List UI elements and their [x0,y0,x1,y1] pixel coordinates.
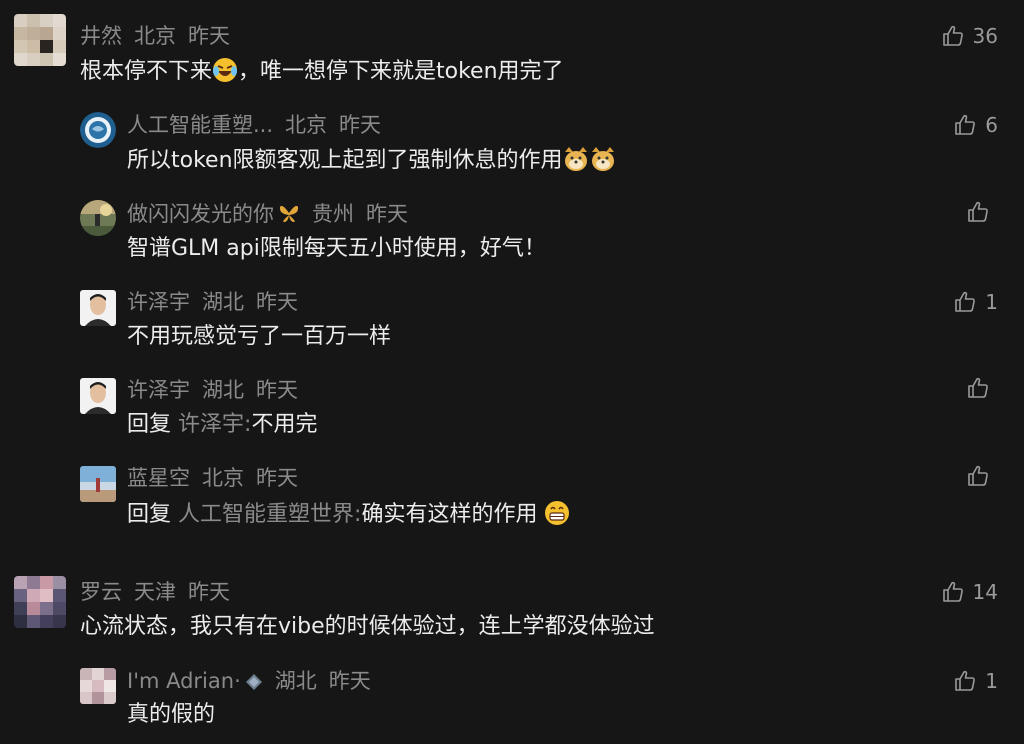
like-button[interactable]: 1 [953,667,998,695]
timestamp: 昨天 [339,113,382,137]
like-button[interactable]: 6 [953,111,998,139]
reply-item: 蓝星空 北京 昨天 回复 人工智能重塑世界:确实有这样的作用 [0,454,1024,554]
avatar[interactable] [80,378,116,414]
location: 湖北 [202,378,244,402]
like-count: 14 [972,580,998,604]
timestamp: 昨天 [366,202,408,226]
like-button[interactable]: 1 [953,288,998,316]
avatar[interactable] [80,290,116,326]
username[interactable]: 罗云 [80,580,122,604]
reply-item: 许泽宇 湖北 昨天 不用玩感觉亏了一百万一样 1 [0,278,1024,366]
avatar[interactable] [80,200,116,236]
like-button[interactable] [966,200,998,224]
reply-item: 人工智能重塑... 北京 昨天 所以token限额客观上起到了强制休息的作用 6 [0,100,1024,190]
comment-text: 真的假的 [127,702,216,727]
reply-item: 做闪闪发光的你 贵州 昨天 智谱GLM api限制每天五小时使用，好气！ [0,190,1024,278]
location: 贵州 [312,202,354,226]
reply-prefix: 回复 [127,502,172,527]
like-count: 36 [972,24,998,48]
location: 北京 [134,24,176,48]
thumbs-up-icon [968,201,988,222]
username[interactable]: I'm Adrian· [127,669,241,693]
comment-text: 智谱GLM api限制每天五小时使用，好气！ [127,236,546,261]
timestamp: 昨天 [256,378,298,402]
username[interactable]: 许泽宇 [127,378,190,402]
thumbs-up-icon [942,581,963,602]
thumbs-up-icon [955,291,976,312]
comment-text: 所以token限额客观上起到了强制休息的作用 [127,146,615,181]
avatar[interactable] [80,112,116,148]
laughing-crying-emoji [212,57,238,92]
comment-meta: 蓝星空 北京 昨天 [127,464,298,492]
thumbs-up-icon [955,114,976,135]
reply-item: I'm Adrian· 湖北 昨天 真的假的 1 [0,656,1024,744]
avatar[interactable] [80,668,116,704]
thumbs-up-icon [942,25,963,46]
username[interactable]: 井然 [80,24,122,48]
timestamp: 昨天 [256,290,298,314]
reply-item: 许泽宇 湖北 昨天 回复 许泽宇:不用完 [0,366,1024,454]
username[interactable]: 蓝星空 [127,466,190,490]
comment-text: 回复 许泽宇:不用完 [127,412,318,437]
grin-emoji [544,500,570,535]
reply-target-username[interactable]: 人工智能重塑世界: [178,502,361,527]
username[interactable]: 做闪闪发光的你 [127,202,274,226]
username[interactable]: 许泽宇 [127,290,190,314]
location: 湖北 [202,290,244,314]
comment-meta: I'm Adrian· 湖北 昨天 [127,667,371,698]
comment-meta: 许泽宇 湖北 昨天 [127,288,298,316]
timestamp: 昨天 [256,466,298,490]
comment-text: 根本停不下来 ，唯一想停下来就是token用完了 [80,57,564,92]
comment-item: 罗云 天津 昨天 心流状态，我只有在vibe的时候体验过，连上学都没体验过 14 [0,566,1024,656]
thumbs-up-icon [955,670,976,691]
thumbs-up-icon [968,465,988,486]
thumbs-up-icon [968,377,988,398]
comment-text: 回复 人工智能重塑世界:确实有这样的作用 [127,500,570,535]
avatar[interactable] [14,14,66,66]
like-button[interactable] [966,376,998,400]
like-count: 1 [985,669,998,693]
avatar[interactable] [14,576,66,628]
location: 天津 [134,580,176,604]
timestamp: 昨天 [188,24,230,48]
comment-meta: 井然 北京 昨天 [80,22,230,50]
butterfly-badge [278,202,300,231]
comment-item: 井然 北京 昨天 根本停不下来 ，唯一想停下来就是token用完了 36 [0,0,1024,100]
like-count: 6 [985,113,998,137]
location: 湖北 [274,669,317,693]
diamond-badge [245,670,263,698]
timestamp: 昨天 [188,580,230,604]
doge-emoji [563,146,615,181]
location: 北京 [285,113,328,137]
comment-meta: 许泽宇 湖北 昨天 [127,376,298,404]
comment-text: 心流状态，我只有在vibe的时候体验过，连上学都没体验过 [80,614,655,639]
comment-text: 不用玩感觉亏了一百万一样 [127,324,392,349]
like-button[interactable] [966,464,998,488]
avatar[interactable] [80,466,116,502]
comment-meta: 罗云 天津 昨天 [80,578,230,606]
like-button[interactable]: 14 [941,578,998,606]
comment-meta: 人工智能重塑... 北京 昨天 [127,111,381,139]
like-count: 1 [985,290,998,314]
timestamp: 昨天 [328,669,371,693]
location: 北京 [202,466,244,490]
reply-prefix: 回复 [127,412,172,437]
username[interactable]: 人工智能重塑... [127,113,273,137]
reply-target-username[interactable]: 许泽宇: [178,412,251,437]
like-button[interactable]: 36 [941,22,998,50]
comment-meta: 做闪闪发光的你 贵州 昨天 [127,200,408,231]
